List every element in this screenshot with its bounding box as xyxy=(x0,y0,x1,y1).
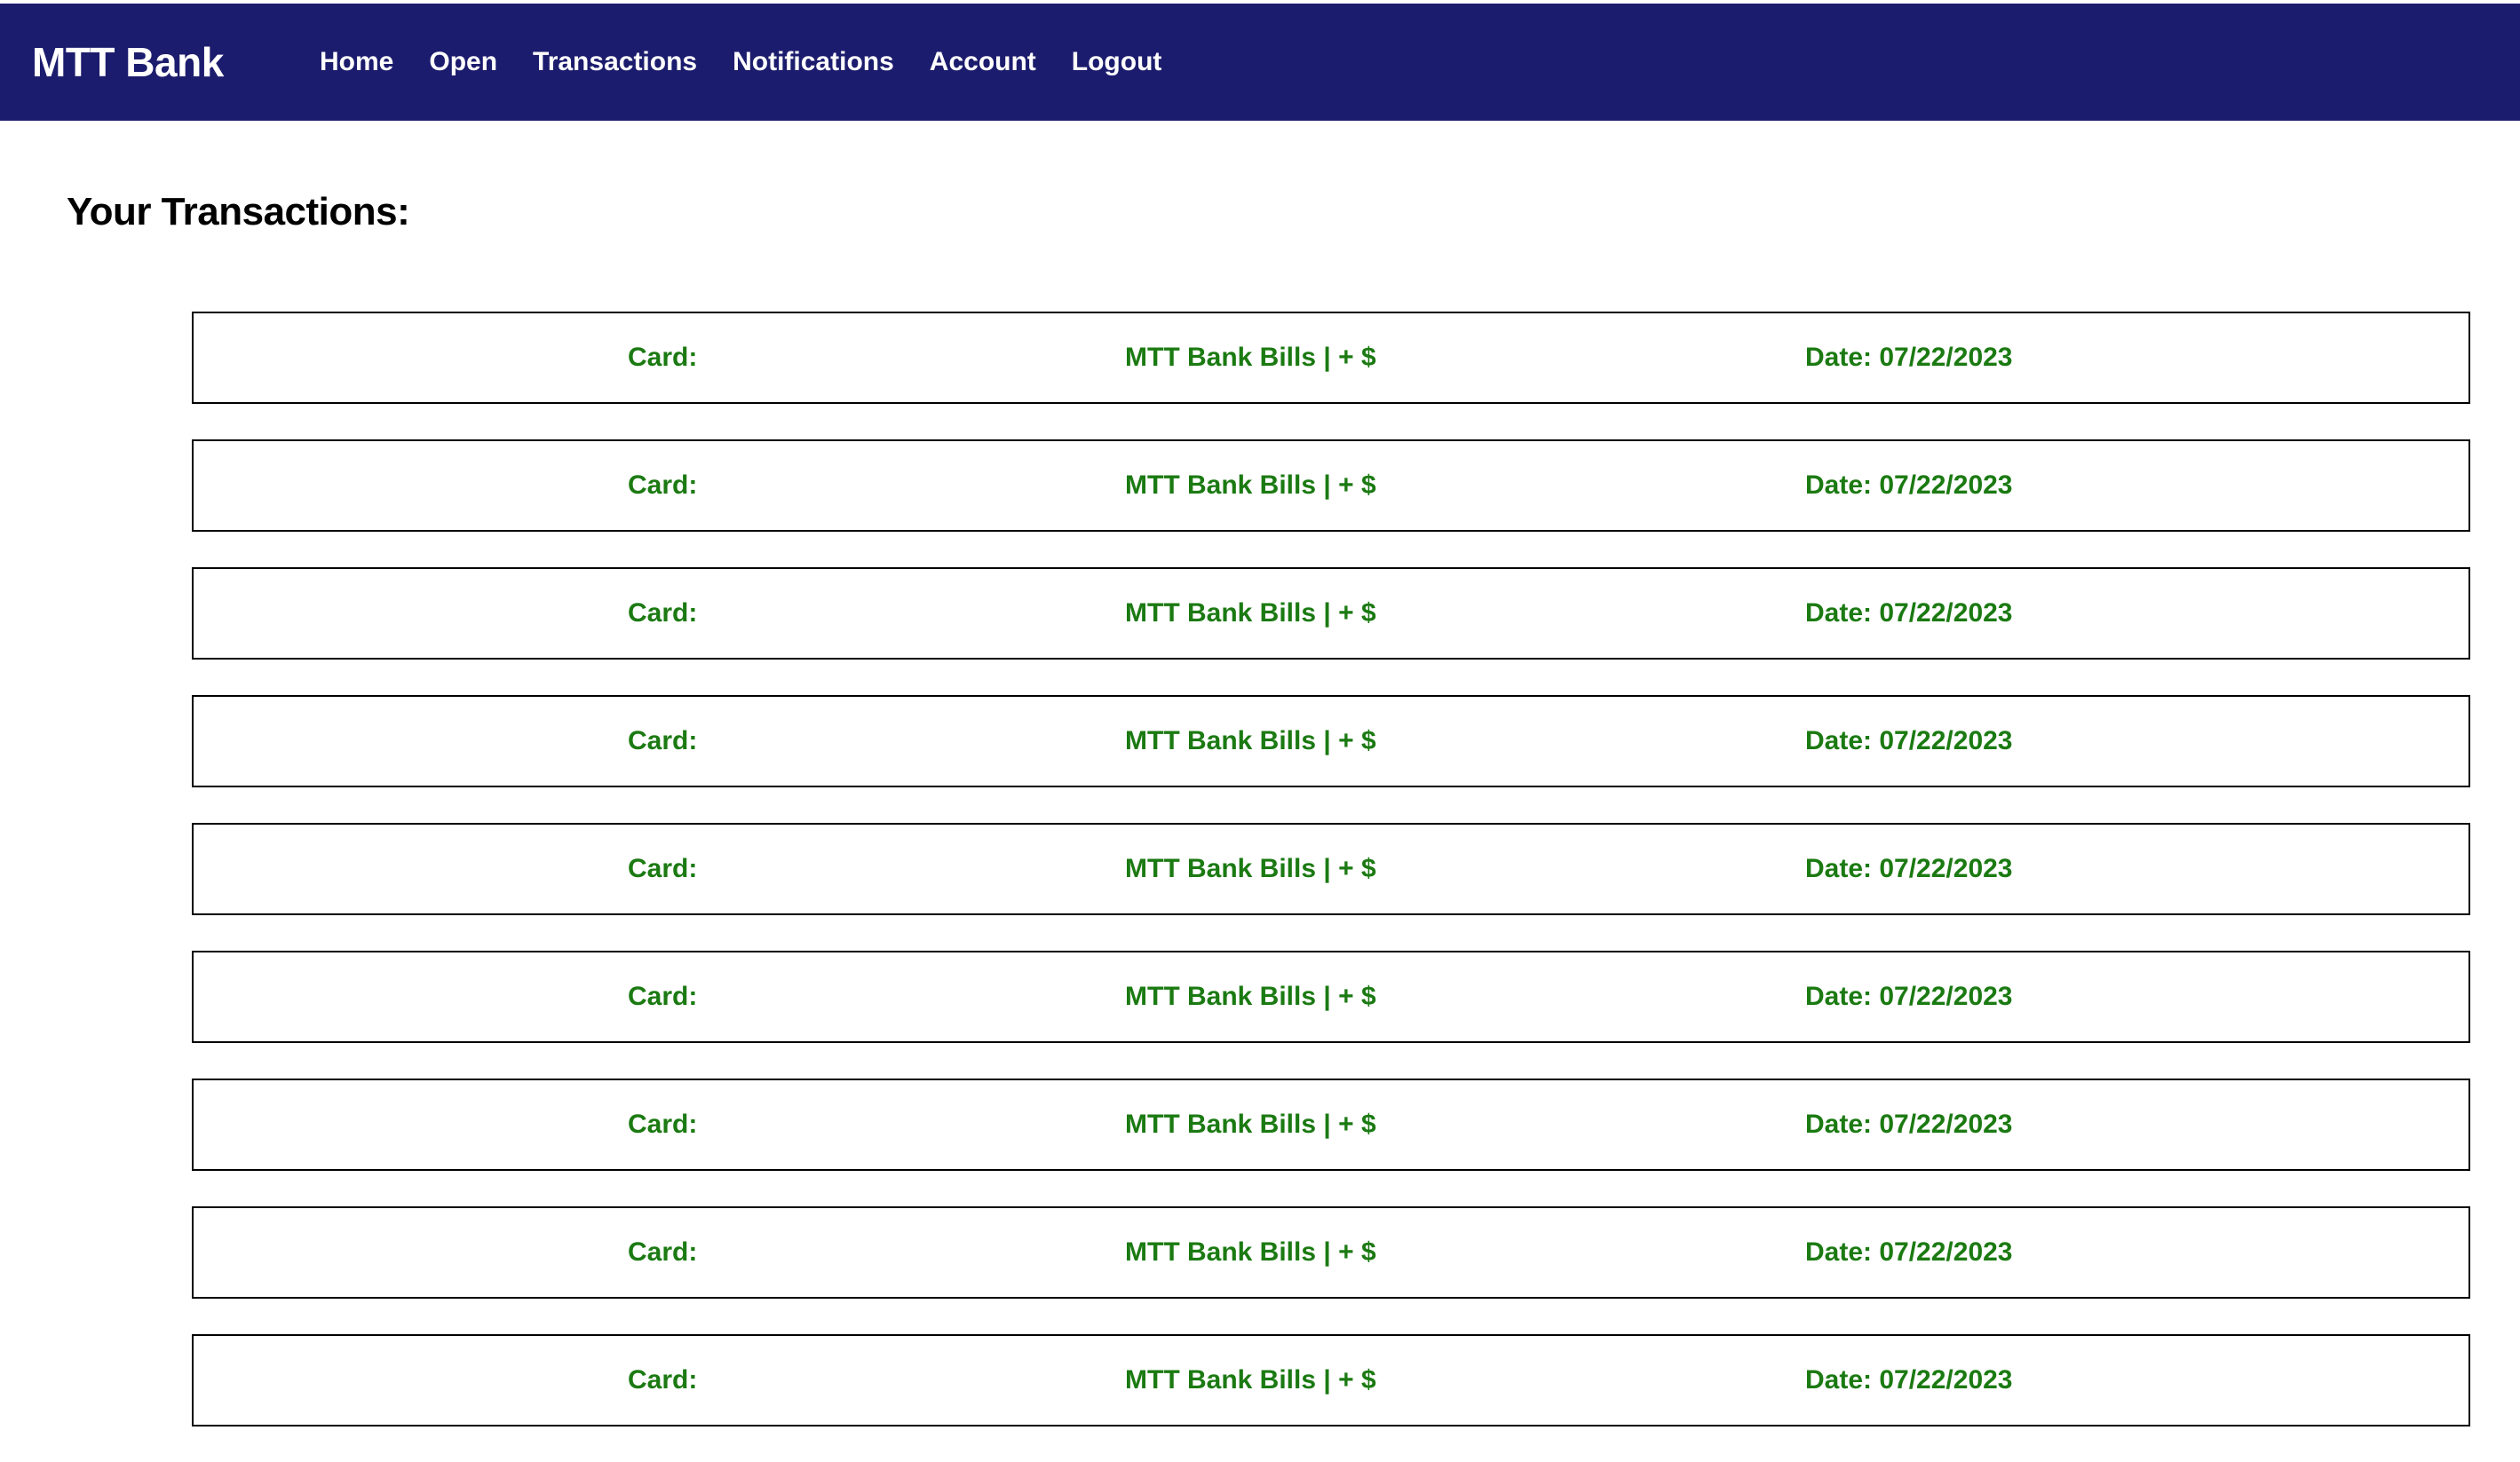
transaction-row: Card: MTT Bank Bills | + $ Date: 07/22/2… xyxy=(192,951,2470,1043)
transaction-card: Card: xyxy=(628,854,698,883)
nav-links: Home Open Transactions Notifications Acc… xyxy=(320,4,1161,121)
transaction-description: MTT Bank Bills | + $ xyxy=(1125,343,1376,372)
nav-link-transactions[interactable]: Transactions xyxy=(533,47,697,77)
transaction-row: Card: MTT Bank Bills | + $ Date: 07/22/2… xyxy=(192,1334,2470,1426)
transaction-date: Date: 07/22/2023 xyxy=(1805,343,2013,372)
transaction-card: Card: xyxy=(628,470,698,500)
transaction-row: Card: MTT Bank Bills | + $ Date: 07/22/2… xyxy=(192,1206,2470,1299)
nav-link-account[interactable]: Account xyxy=(930,47,1036,77)
transaction-card: Card: xyxy=(628,1365,698,1395)
top-navbar: MTT Bank Home Open Transactions Notifica… xyxy=(0,4,2520,121)
transaction-row: Card: MTT Bank Bills | + $ Date: 07/22/2… xyxy=(192,312,2470,404)
transaction-date: Date: 07/22/2023 xyxy=(1805,726,2013,755)
transaction-date: Date: 07/22/2023 xyxy=(1805,598,2013,628)
transaction-row: Card: MTT Bank Bills | + $ Date: 07/22/2… xyxy=(192,567,2470,660)
transaction-description: MTT Bank Bills | + $ xyxy=(1125,982,1376,1011)
transaction-card: Card: xyxy=(628,598,698,628)
transaction-card: Card: xyxy=(628,726,698,755)
nav-link-home[interactable]: Home xyxy=(320,47,393,77)
transaction-description: MTT Bank Bills | + $ xyxy=(1125,470,1376,500)
nav-link-logout[interactable]: Logout xyxy=(1072,47,1162,77)
transaction-row: Card: MTT Bank Bills | + $ Date: 07/22/2… xyxy=(192,439,2470,532)
transaction-date: Date: 07/22/2023 xyxy=(1805,982,2013,1011)
transaction-list: Card: MTT Bank Bills | + $ Date: 07/22/2… xyxy=(192,312,2470,1462)
transaction-row: Card: MTT Bank Bills | + $ Date: 07/22/2… xyxy=(192,823,2470,915)
transaction-row: Card: MTT Bank Bills | + $ Date: 07/22/2… xyxy=(192,1079,2470,1171)
transaction-card: Card: xyxy=(628,1110,698,1139)
brand-logo[interactable]: MTT Bank xyxy=(32,4,224,121)
transaction-description: MTT Bank Bills | + $ xyxy=(1125,1110,1376,1139)
transaction-card: Card: xyxy=(628,982,698,1011)
transaction-row: Card: MTT Bank Bills | + $ Date: 07/22/2… xyxy=(192,695,2470,787)
transaction-description: MTT Bank Bills | + $ xyxy=(1125,598,1376,628)
transaction-date: Date: 07/22/2023 xyxy=(1805,470,2013,500)
transaction-date: Date: 07/22/2023 xyxy=(1805,1365,2013,1395)
transaction-card: Card: xyxy=(628,343,698,372)
transaction-card: Card: xyxy=(628,1237,698,1267)
transaction-date: Date: 07/22/2023 xyxy=(1805,854,2013,883)
transaction-date: Date: 07/22/2023 xyxy=(1805,1237,2013,1267)
transaction-description: MTT Bank Bills | + $ xyxy=(1125,1365,1376,1395)
transaction-description: MTT Bank Bills | + $ xyxy=(1125,726,1376,755)
transaction-description: MTT Bank Bills | + $ xyxy=(1125,854,1376,883)
nav-link-notifications[interactable]: Notifications xyxy=(733,47,894,77)
page-title: Your Transactions: xyxy=(67,190,410,233)
transaction-date: Date: 07/22/2023 xyxy=(1805,1110,2013,1139)
nav-link-open[interactable]: Open xyxy=(429,47,497,77)
transaction-description: MTT Bank Bills | + $ xyxy=(1125,1237,1376,1267)
